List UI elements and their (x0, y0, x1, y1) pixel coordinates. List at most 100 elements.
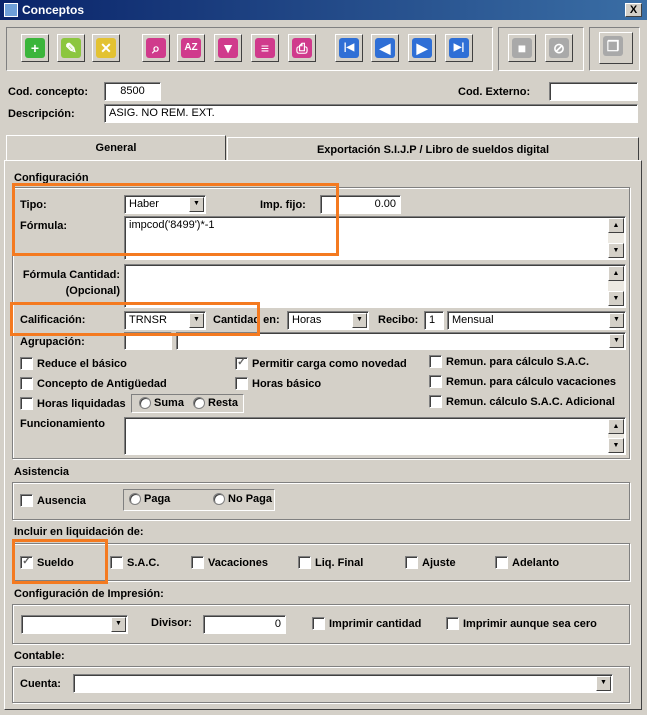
last-button[interactable]: ▶| (445, 34, 473, 62)
checkbox-box[interactable] (235, 377, 248, 390)
cancel-button[interactable]: ⊘ (545, 34, 573, 62)
highlight-tipo-formula (12, 183, 339, 256)
scroll-up-icon[interactable]: ▲ (608, 419, 624, 434)
scroll-down-icon[interactable]: ▼ (608, 438, 624, 453)
liq-liq-final-checkbox[interactable]: Liq. Final (298, 556, 363, 569)
scroll-up-icon[interactable]: ▲ (608, 218, 624, 233)
checkbox-box[interactable] (298, 556, 311, 569)
funcionamiento-field[interactable]: ▲ ▼ (124, 417, 626, 455)
close-button[interactable]: X (625, 3, 642, 17)
add-button[interactable]: + (21, 34, 49, 62)
checkbox-box[interactable] (495, 556, 508, 569)
asistencia-title: Asistencia (14, 466, 70, 478)
next-button[interactable]: ▶ (408, 34, 436, 62)
funcionamiento-scrollbar[interactable]: ▲ ▼ (608, 419, 624, 453)
liq-adelanto-checkbox[interactable]: Adelanto (495, 556, 559, 569)
remun-sac-adicional-checkbox[interactable]: Remun. cálculo S.A.C. Adicional (429, 395, 615, 408)
cantidad-en-value: Horas (292, 314, 322, 326)
suma-radio[interactable]: Suma (139, 397, 184, 409)
remun-sac-checkbox[interactable]: Remun. para cálculo S.A.C. (429, 355, 589, 368)
no-paga-radio[interactable]: No Paga (213, 493, 272, 505)
checkbox-box[interactable] (20, 397, 33, 410)
imprimir-cantidad-checkbox[interactable]: Imprimir cantidad (312, 617, 421, 630)
ausencia-checkbox[interactable]: Ausencia (20, 494, 86, 507)
paga-radio[interactable]: Paga (129, 493, 170, 505)
checkbox-box[interactable] (405, 556, 418, 569)
check-icon[interactable]: ✓ (235, 357, 248, 370)
scroll-down-icon[interactable]: ▼ (608, 243, 624, 258)
descripcion-field[interactable]: ASIG. NO REM. EXT. (104, 104, 638, 123)
save-icon: ■ (512, 38, 532, 58)
cod-externo-field[interactable] (549, 82, 638, 101)
filter-button[interactable]: ▼ (214, 34, 242, 62)
checkbox-box[interactable] (20, 494, 33, 507)
liq-item-label: Liq. Final (315, 556, 364, 569)
checkbox-box[interactable] (20, 377, 33, 390)
permitir-carga-checkbox[interactable]: ✓ Permitir carga como novedad (235, 357, 407, 370)
remun-vacaciones-checkbox[interactable]: Remun. para cálculo vacaciones (429, 375, 616, 388)
chevron-down-icon[interactable]: ▼ (352, 313, 367, 328)
radio-dot[interactable] (213, 493, 225, 505)
horas-basico-checkbox[interactable]: Horas básico (235, 377, 321, 390)
impresion-select[interactable]: ▼ (21, 615, 128, 634)
horas-liquidadas-checkbox[interactable]: Horas liquidadas (20, 397, 126, 410)
cantidad-en-select[interactable]: Horas ▼ (287, 311, 369, 330)
search-button[interactable]: ⌕ (142, 34, 170, 62)
divisor-field[interactable]: 0 (203, 615, 286, 634)
radio-dot[interactable] (129, 493, 141, 505)
checkbox-box[interactable] (429, 375, 442, 388)
liq-item-label: S.A.C. (127, 556, 160, 569)
radio-dot[interactable] (139, 397, 151, 409)
concepto-antiguedad-label: Concepto de Antigüedad (37, 377, 167, 390)
imprimir-cero-checkbox[interactable]: Imprimir aunque sea cero (446, 617, 597, 630)
liq-vacaciones-checkbox[interactable]: Vacaciones (191, 556, 268, 569)
checkbox-box[interactable] (446, 617, 459, 630)
funcionamiento-label: Funcionamiento (20, 418, 105, 430)
first-button[interactable]: |◀ (335, 34, 363, 62)
title-bar: Conceptos X (0, 0, 647, 20)
liq-s-a-c-checkbox[interactable]: S.A.C. (110, 556, 159, 569)
chevron-down-icon[interactable]: ▼ (596, 676, 611, 691)
radio-dot[interactable] (193, 397, 205, 409)
recibo-periodo-select[interactable]: Mensual ▼ (447, 311, 626, 330)
scroll-up-icon[interactable]: ▲ (608, 266, 624, 281)
tab-exportacion[interactable]: Exportación S.I.J.P / Libro de sueldos d… (227, 137, 639, 161)
sort-button[interactable]: AZ (177, 34, 205, 62)
recibo-field[interactable]: 1 (424, 311, 444, 330)
scroll-down-icon[interactable]: ▼ (608, 291, 624, 306)
resta-radio[interactable]: Resta (193, 397, 238, 409)
checkbox-box[interactable] (429, 395, 442, 408)
imprimir-cero-label: Imprimir aunque sea cero (463, 617, 597, 630)
report-icon: ≡ (255, 38, 275, 58)
chevron-down-icon[interactable]: ▼ (609, 334, 624, 348)
recibo-periodo-value: Mensual (452, 314, 494, 326)
edit-button[interactable]: ✎ (57, 34, 85, 62)
asistencia-group (12, 482, 630, 520)
formula-scrollbar[interactable]: ▲ ▼ (608, 218, 624, 258)
copy-icon: ❐ (603, 36, 623, 56)
tab-general[interactable]: General (6, 135, 226, 161)
last-icon: ▶| (449, 38, 469, 58)
checkbox-box[interactable] (191, 556, 204, 569)
checkbox-box[interactable] (20, 357, 33, 370)
cod-concepto-field[interactable]: 8500 (104, 82, 161, 101)
no-paga-label: No Paga (228, 493, 273, 505)
copy-button[interactable]: ❐ (599, 32, 633, 64)
prev-button[interactable]: ◀ (371, 34, 399, 62)
liq-ajuste-checkbox[interactable]: Ajuste (405, 556, 456, 569)
chevron-down-icon[interactable]: ▼ (111, 617, 126, 632)
formula-cantidad-scrollbar[interactable]: ▲ ▼ (608, 266, 624, 306)
next-icon: ▶ (412, 38, 432, 58)
report-button[interactable]: ≡ (251, 34, 279, 62)
cuenta-select[interactable]: ▼ (73, 674, 613, 693)
checkbox-box[interactable] (110, 556, 123, 569)
checkbox-box[interactable] (429, 355, 442, 368)
agrupacion-label: Agrupación: (20, 336, 85, 348)
concepto-antiguedad-checkbox[interactable]: Concepto de Antigüedad (20, 377, 167, 390)
delete-button[interactable]: ✕ (92, 34, 120, 62)
print-button[interactable]: ⎙ (288, 34, 316, 62)
chevron-down-icon[interactable]: ▼ (609, 313, 624, 328)
reduce-basico-checkbox[interactable]: Reduce el básico (20, 357, 127, 370)
save-button[interactable]: ■ (508, 34, 536, 62)
checkbox-box[interactable] (312, 617, 325, 630)
